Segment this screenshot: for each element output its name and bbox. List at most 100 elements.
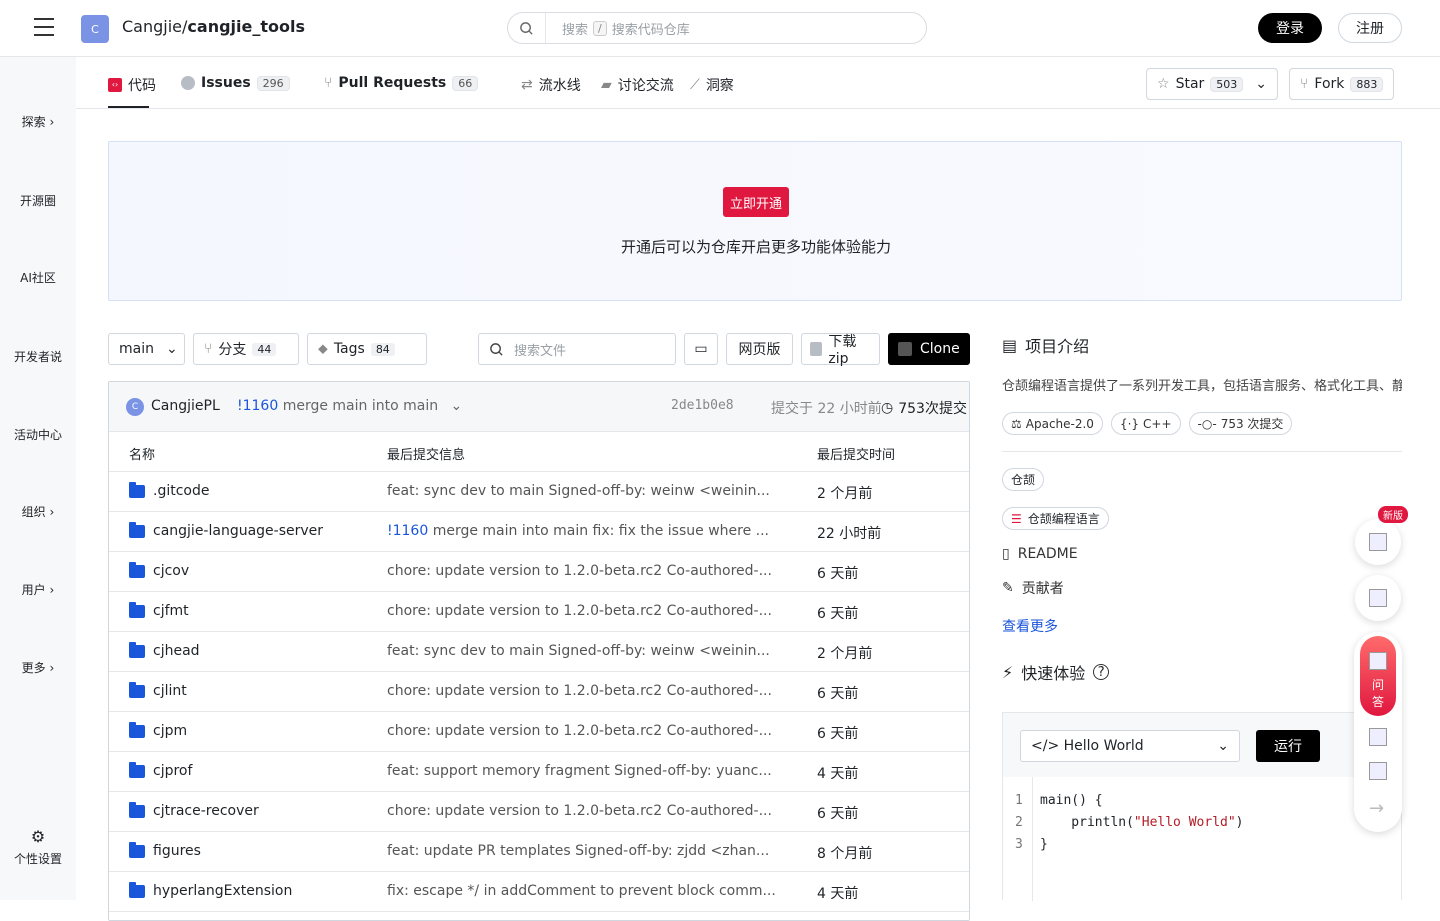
tags-button[interactable]: ⬥ Tags 84	[307, 333, 427, 365]
table-row[interactable]: cjprof feat: support memory fragment Sign…	[109, 752, 969, 792]
file-commit-message[interactable]: chore: update version to 1.2.0-beta.rc2 …	[387, 803, 777, 819]
file-name[interactable]: figures	[129, 841, 201, 859]
register-button[interactable]: 注册	[1338, 13, 1402, 43]
file-name[interactable]: cangjie-language-server	[129, 521, 323, 539]
file-name[interactable]: cjprof	[129, 761, 192, 779]
commit-message[interactable]: !1160 merge main into main ⌄	[237, 398, 462, 414]
file-commit-message[interactable]: feat: support memory fragment Signed-off…	[387, 763, 777, 779]
repo-name[interactable]: cangjie_tools	[187, 17, 305, 36]
contributors-link[interactable]: ✎ 贡献者	[1002, 578, 1402, 598]
chevron-down-icon[interactable]: ⌄	[451, 398, 463, 414]
global-search[interactable]: 搜索 / 搜索代码仓库	[507, 12, 927, 44]
table-row[interactable]: cjlint chore: update version to 1.2.0-bet…	[109, 672, 969, 712]
tab-active-indicator	[108, 106, 149, 108]
menu-icon[interactable]	[34, 18, 54, 38]
commit-pr-link[interactable]: !1160	[387, 523, 428, 539]
readme-link[interactable]: ▯ README	[1002, 546, 1402, 562]
code-editor[interactable]: 1 2 3 main() { println("Hello World") }	[1003, 777, 1401, 901]
table-row[interactable]: cjhead feat: sync dev to main Signed-off-…	[109, 632, 969, 672]
help-icon[interactable]: ?	[1093, 664, 1110, 680]
file-name[interactable]: cjlint	[129, 681, 187, 699]
commits-chip[interactable]: -○- 753 次提交	[1188, 412, 1293, 435]
file-commit-message[interactable]: chore: update version to 1.2.0-beta.rc2 …	[387, 603, 777, 619]
nav-item-explore[interactable]: 探索 ›	[0, 113, 76, 130]
chevron-down-icon[interactable]: ⌄	[1255, 76, 1267, 92]
file-commit-message[interactable]: chore: update version to 1.2.0-beta.rc2 …	[387, 563, 777, 579]
file-name[interactable]: cjpm	[129, 721, 187, 739]
file-name[interactable]: .gitcode	[129, 481, 209, 499]
topic-chip[interactable]: 仓颉	[1002, 468, 1045, 491]
view-more-link[interactable]: 查看更多	[1002, 616, 1402, 636]
file-name[interactable]: cjhead	[129, 641, 200, 659]
search-placeholder[interactable]: 搜索 / 搜索代码仓库	[562, 19, 690, 38]
commit-hash[interactable]: 2de1b0e8	[671, 398, 734, 413]
file-commit-message[interactable]: !1160 merge main into main fix: fix the …	[387, 523, 777, 539]
repo-path[interactable]: Cangjie/cangjie_tools	[122, 17, 305, 36]
tab-code[interactable]: ‹› 代码	[108, 75, 156, 95]
file-commit-message[interactable]: feat: update PR templates Signed-off-by:…	[387, 843, 777, 859]
commits-count-link[interactable]: ◷ 753次提交	[881, 398, 967, 418]
branches-count: 44	[252, 342, 277, 356]
clone-button[interactable]: Clone	[888, 333, 970, 365]
file-name[interactable]: cjcov	[129, 561, 189, 579]
file-name[interactable]: cjtrace-recover	[129, 801, 259, 819]
file-search-input[interactable]: 搜索文件	[478, 333, 676, 365]
file-name[interactable]: cjfmt	[129, 601, 189, 619]
file-commit-message[interactable]: feat: sync dev to main Signed-off-by: we…	[387, 483, 777, 499]
example-select[interactable]: </> Hello World ⌄	[1020, 730, 1240, 762]
commit-author[interactable]: CangjiePL	[151, 398, 220, 414]
table-row[interactable]: cangjie-language-server !1160 merge main …	[109, 512, 969, 552]
commit-pr-link[interactable]: !1160	[237, 398, 278, 414]
ai-assistant-button[interactable]: 问 答	[1360, 636, 1396, 716]
floating-toolbar: 问 答 →	[1354, 632, 1402, 832]
tab-discussions[interactable]: ▰ 讨论交流	[601, 75, 674, 95]
folder-icon	[129, 801, 145, 818]
file-commit-message[interactable]: chore: update version to 1.2.0-beta.rc2 …	[387, 723, 777, 739]
language-chip[interactable]: {·} C++	[1110, 412, 1181, 435]
scale-icon: ⚖	[1011, 416, 1022, 431]
branches-button[interactable]: ⑂ 分支 44	[193, 333, 299, 365]
table-row[interactable]: figures feat: update PR templates Signed-…	[109, 832, 969, 872]
activate-button[interactable]: 立即开通	[723, 187, 789, 217]
nav-item-orgs[interactable]: 组织 ›	[0, 503, 76, 520]
terminal-button[interactable]: ▭	[684, 333, 718, 365]
file-commit-message[interactable]: chore: update version to 1.2.0-beta.rc2 …	[387, 683, 777, 699]
nav-item-users[interactable]: 用户 ›	[0, 581, 76, 598]
floating-image-button[interactable]	[1355, 575, 1401, 621]
web-ide-button[interactable]: 网页版	[726, 333, 793, 365]
fork-button[interactable]: ⑂ Fork 883	[1289, 68, 1395, 100]
star-button[interactable]: ☆ Star 503 ⌄	[1146, 68, 1279, 100]
nav-item-events[interactable]: 活动中心	[0, 426, 76, 443]
table-row[interactable]: cjpm chore: update version to 1.2.0-beta.…	[109, 712, 969, 752]
branch-select[interactable]: main ⌄	[108, 333, 185, 365]
login-button[interactable]: 登录	[1258, 13, 1322, 43]
table-row[interactable]: cjfmt chore: update version to 1.2.0-beta…	[109, 592, 969, 632]
table-row[interactable]: .gitcode feat: sync dev to main Signed-of…	[109, 472, 969, 512]
file-commit-message[interactable]: fix: escape */ in addComment to prevent …	[387, 883, 777, 899]
table-row[interactable]: cjcov chore: update version to 1.2.0-beta…	[109, 552, 969, 592]
table-row[interactable]: hyperlangExtension fix: escape */ in addC…	[109, 872, 969, 912]
table-row[interactable]: cjtrace-recover chore: update version to …	[109, 792, 969, 832]
settings-button[interactable]: ⚙ 个性设置	[0, 827, 76, 867]
tab-pipeline[interactable]: ⇄ 流水线	[521, 75, 581, 95]
file-name[interactable]: hyperlangExtension	[129, 881, 292, 899]
download-zip-button[interactable]: 下载zip	[801, 333, 880, 367]
tab-pull-requests[interactable]: ⑂ Pull Requests 66	[324, 75, 479, 91]
nav-item-more[interactable]: 更多 ›	[0, 659, 76, 676]
arrow-right-icon[interactable]: →	[1369, 798, 1384, 819]
commit-icon: -○-	[1197, 416, 1217, 431]
repo-owner[interactable]: Cangjie/	[122, 17, 187, 36]
nav-item-developers[interactable]: 开发者说	[0, 348, 76, 365]
floating-image-button[interactable]	[1355, 519, 1401, 565]
run-button[interactable]: 运行	[1256, 730, 1320, 762]
broken-image-icon[interactable]	[1369, 728, 1387, 746]
nav-item-opensource[interactable]: 开源圈	[0, 192, 76, 209]
search-icon	[490, 342, 503, 356]
tab-issues[interactable]: Issues 296	[181, 75, 290, 91]
broken-image-icon[interactable]	[1369, 762, 1387, 780]
license-chip[interactable]: ⚖ Apache-2.0	[1002, 412, 1103, 435]
nav-item-ai[interactable]: AI社区	[0, 269, 76, 286]
tag-chip[interactable]: ☰ 仓颉编程语言	[1002, 507, 1109, 530]
file-commit-message[interactable]: feat: sync dev to main Signed-off-by: we…	[387, 643, 777, 659]
tab-insights[interactable]: ⟋ 洞察	[690, 75, 734, 95]
